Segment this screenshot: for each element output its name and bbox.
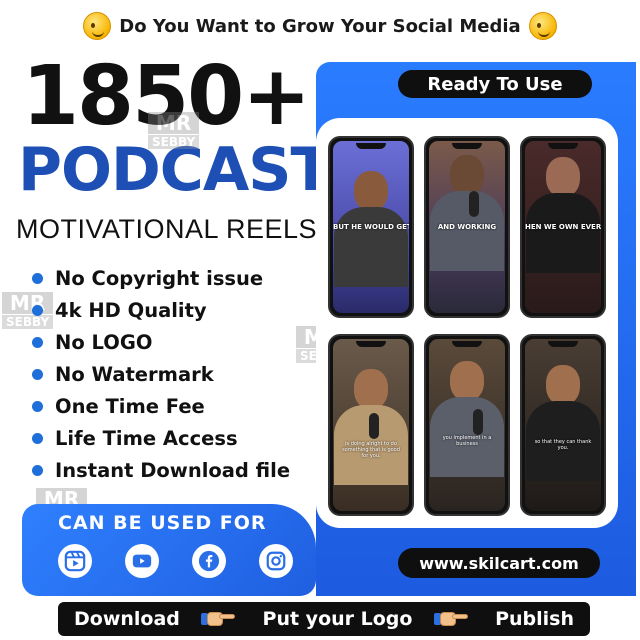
step-publish: Publish	[495, 608, 574, 630]
feature-item: Instant Download file	[32, 454, 290, 486]
feature-item: No Watermark	[32, 358, 290, 390]
used-for-panel: CAN BE USED FOR	[22, 504, 316, 596]
reel-caption: HEN WE OWN EVERY HOUS	[525, 223, 601, 231]
instagram-icon[interactable]	[259, 544, 293, 578]
youtube-icon[interactable]	[125, 544, 159, 578]
winking-face-icon	[528, 12, 557, 40]
hero-subtitle: MOTIVATIONAL REELS	[16, 214, 318, 244]
steps-bar: Download Put your Logo Publish	[58, 602, 590, 636]
reel-caption: AND WORKING	[437, 223, 497, 231]
step-put-logo: Put your Logo	[262, 608, 413, 630]
pointing-hand-icon	[433, 610, 468, 628]
bullet-icon	[32, 272, 43, 284]
reel-preview[interactable]: HEN WE OWN EVERY HOUS	[520, 136, 606, 318]
bullet-icon	[32, 368, 43, 380]
used-for-title: CAN BE USED FOR	[58, 512, 267, 534]
hero-count: 1850+	[22, 49, 311, 144]
reels-icon[interactable]	[58, 544, 92, 578]
top-banner: Do You Want to Grow Your Social Media	[0, 8, 640, 44]
reel-caption: so that they can thank you.	[534, 439, 592, 451]
social-icon-row	[58, 544, 293, 578]
step-download: Download	[74, 608, 180, 630]
bullet-icon	[32, 432, 43, 444]
feature-item: Life Time Access	[32, 422, 290, 454]
hero-title: PODCAST	[18, 135, 331, 205]
reel-preview[interactable]: BUT HE WOULD GET UP AT	[328, 136, 414, 318]
ready-to-use-label: Ready To Use	[398, 70, 592, 98]
feature-item: 4k HD Quality	[32, 294, 290, 326]
feature-item: No Copyright issue	[32, 262, 290, 294]
reel-preview[interactable]: AND WORKING	[424, 136, 510, 318]
pointing-hand-icon	[201, 610, 236, 628]
bullet-icon	[32, 304, 43, 316]
feature-item: One Time Fee	[32, 390, 290, 422]
feature-list: No Copyright issue 4k HD Quality No LOGO…	[32, 262, 290, 486]
phone-grid: BUT HE WOULD GET UP AT AND WORKING HEN W…	[316, 118, 618, 528]
feature-item: No LOGO	[32, 326, 290, 358]
reel-caption: is doing alright to do something that is…	[342, 441, 400, 459]
reel-caption: you implement in a business	[442, 435, 492, 447]
banner-text: Do You Want to Grow Your Social Media	[119, 15, 521, 37]
reel-preview[interactable]: so that they can thank you.	[520, 334, 606, 516]
facebook-icon[interactable]	[192, 544, 226, 578]
bullet-icon	[32, 464, 43, 476]
website-link[interactable]: www.skilcart.com	[398, 548, 600, 578]
reel-preview[interactable]: is doing alright to do something that is…	[328, 334, 414, 516]
winking-face-icon	[83, 12, 112, 40]
bullet-icon	[32, 400, 43, 412]
reel-preview[interactable]: you implement in a business	[424, 334, 510, 516]
reel-caption: BUT HE WOULD GET UP AT	[333, 223, 409, 231]
bullet-icon	[32, 336, 43, 348]
